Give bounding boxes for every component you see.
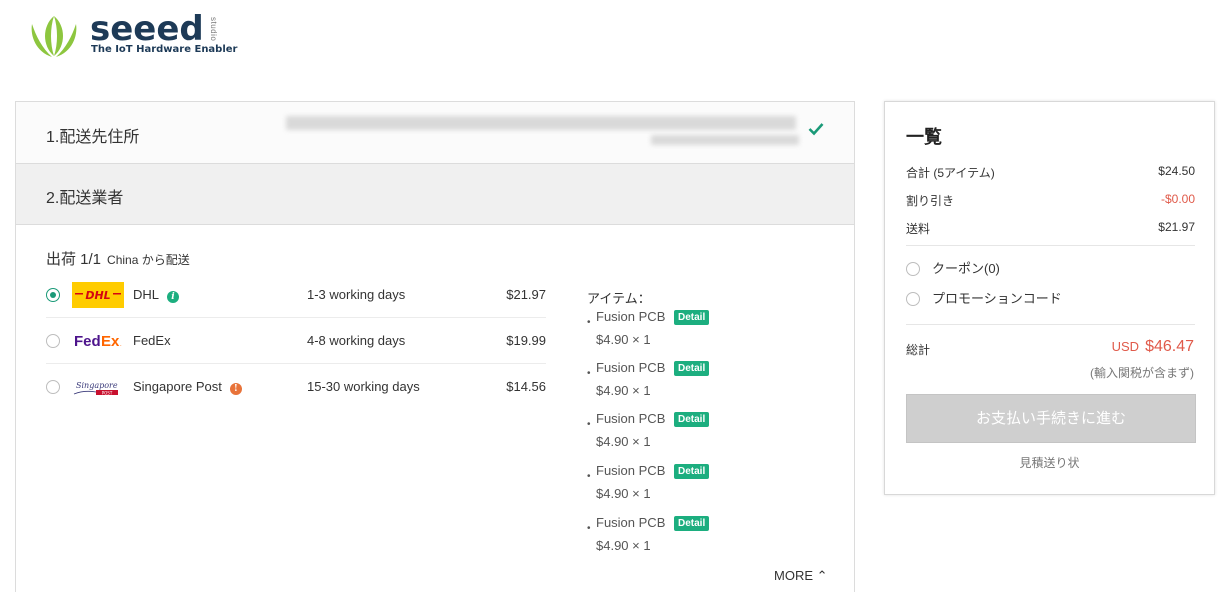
promo-radio[interactable] bbox=[906, 292, 920, 306]
divider bbox=[906, 324, 1195, 325]
carrier-option-dhl[interactable]: DHL DHL i 1-3 working days $21.97 bbox=[46, 272, 546, 318]
promo-code-option[interactable]: プロモーションコード bbox=[906, 288, 1062, 307]
alert-icon[interactable]: ! bbox=[229, 383, 242, 395]
carrier-radio[interactable] bbox=[46, 380, 60, 394]
carrier-days: 15-30 working days bbox=[307, 379, 420, 394]
subtotal-row: 合計 (5アイテム) $24.50 bbox=[906, 164, 1195, 181]
redacted-address bbox=[286, 116, 796, 130]
step-title: 1.配送先住所 bbox=[46, 129, 140, 146]
coupon-label: クーポン(0) bbox=[932, 261, 1000, 276]
svg-text:DHL: DHL bbox=[85, 289, 110, 302]
svg-text:Fed: Fed bbox=[74, 333, 101, 350]
carrier-price: $21.97 bbox=[506, 287, 546, 302]
shipping-value: $21.97 bbox=[1158, 220, 1195, 234]
total-label: 総計 bbox=[906, 343, 931, 357]
discount-value: -$0.00 bbox=[1160, 192, 1195, 206]
redacted-address-line-2 bbox=[651, 135, 799, 145]
checkout-steps-panel: 1.配送先住所 2.配送業者 出荷 1/1 China から配送 DHL DHL i… bbox=[15, 101, 855, 592]
list-item: • Fusion PCB Detail $4.90 × 1 bbox=[587, 309, 847, 359]
check-icon bbox=[808, 123, 824, 136]
checkout-button[interactable]: お支払い手続きに進む bbox=[906, 394, 1196, 443]
quote-link[interactable]: 見積送り状 bbox=[885, 454, 1214, 471]
total-value: USD $46.47 bbox=[1112, 338, 1194, 356]
item-name: Fusion PCB bbox=[596, 463, 666, 478]
item-name: Fusion PCB bbox=[596, 360, 666, 375]
detail-badge[interactable]: Detail bbox=[674, 516, 710, 531]
item-qty: $4.90 × 1 bbox=[596, 538, 651, 553]
fedex-logo-icon: Fed Ex . bbox=[74, 333, 122, 350]
svg-text:Singapore: Singapore bbox=[76, 381, 118, 390]
total-amount: $46.47 bbox=[1145, 338, 1194, 355]
carrier-days: 1-3 working days bbox=[307, 287, 406, 302]
subtotal-label: 合計 (5アイテム) bbox=[906, 166, 995, 180]
item-qty: $4.90 × 1 bbox=[596, 434, 651, 449]
list-item: • Fusion PCB Detail $4.90 × 1 bbox=[587, 515, 847, 565]
item-name: Fusion PCB bbox=[596, 411, 666, 426]
item-name: Fusion PCB bbox=[596, 515, 666, 530]
step-carrier[interactable]: 2.配送業者 bbox=[16, 164, 854, 225]
carrier-option-fedex[interactable]: Fed Ex . FedEx 4-8 working days $19.99 bbox=[46, 318, 546, 364]
carrier-option-singapore-post[interactable]: Singapore POST Singapore Post! 15-30 wor… bbox=[46, 364, 546, 410]
carrier-days: 4-8 working days bbox=[307, 333, 406, 348]
summary-title: 一覧 bbox=[906, 127, 942, 147]
svg-text:Ex: Ex bbox=[101, 333, 120, 350]
order-summary: 一覧 合計 (5アイテム) $24.50 割り引き -$0.00 送料 $21.… bbox=[884, 101, 1215, 495]
step-title: 2.配送業者 bbox=[46, 190, 124, 207]
coupon-option[interactable]: クーポン(0) bbox=[906, 258, 1000, 277]
currency: USD bbox=[1111, 339, 1140, 354]
item-qty: $4.90 × 1 bbox=[596, 486, 651, 501]
list-item: • Fusion PCB Detail $4.90 × 1 bbox=[587, 463, 847, 513]
item-qty: $4.90 × 1 bbox=[596, 383, 651, 398]
shipping-label: 送料 bbox=[906, 222, 931, 236]
brand-name: seeed bbox=[90, 9, 204, 49]
seeed-logo[interactable]: seeed The IoT Hardware Enabler studio bbox=[28, 9, 237, 60]
carrier-name: Singapore Post! bbox=[133, 379, 242, 395]
detail-badge[interactable]: Detail bbox=[674, 361, 710, 376]
divider bbox=[906, 245, 1195, 246]
step-shipping-address[interactable]: 1.配送先住所 bbox=[16, 102, 854, 164]
tax-note: (輸入関税が含まず) bbox=[1090, 366, 1194, 380]
list-item: • Fusion PCB Detail $4.90 × 1 bbox=[587, 360, 847, 410]
item-qty: $4.90 × 1 bbox=[596, 332, 651, 347]
detail-badge[interactable]: Detail bbox=[674, 464, 710, 479]
detail-badge[interactable]: Detail bbox=[674, 310, 710, 325]
detail-badge[interactable]: Detail bbox=[674, 412, 710, 427]
more-toggle[interactable]: MORE ⌃ bbox=[774, 568, 828, 584]
dhl-logo-icon: DHL bbox=[72, 282, 124, 308]
shipping-row: 送料 $21.97 bbox=[906, 220, 1195, 237]
brand-sub: studio bbox=[209, 17, 218, 42]
brand-tagline: The IoT Hardware Enabler bbox=[91, 44, 238, 55]
promo-label: プロモーションコード bbox=[932, 291, 1062, 306]
shipment-number: 出荷 1/1 bbox=[46, 251, 102, 268]
carrier-name: FedEx bbox=[133, 333, 171, 348]
carrier-price: $14.56 bbox=[506, 379, 546, 394]
discount-label: 割り引き bbox=[906, 194, 955, 208]
carrier-name: DHL i bbox=[133, 287, 180, 303]
carrier-radio[interactable] bbox=[46, 334, 60, 348]
item-name: Fusion PCB bbox=[596, 309, 666, 324]
svg-text:POST: POST bbox=[102, 390, 113, 395]
shipment-origin: China から配送 bbox=[107, 253, 190, 267]
info-icon[interactable]: i bbox=[167, 291, 180, 303]
shipment-title: 出荷 1/1 China から配送 bbox=[46, 248, 190, 269]
singapore-post-logo-icon: Singapore POST bbox=[73, 381, 118, 395]
discount-row: 割り引き -$0.00 bbox=[906, 192, 1195, 209]
svg-text:.: . bbox=[120, 342, 122, 348]
subtotal-value: $24.50 bbox=[1158, 164, 1195, 178]
list-item: • Fusion PCB Detail $4.90 × 1 bbox=[587, 411, 847, 461]
leaf-logo-icon bbox=[31, 16, 77, 57]
carrier-price: $19.99 bbox=[506, 333, 546, 348]
carrier-radio[interactable] bbox=[46, 288, 60, 302]
coupon-radio[interactable] bbox=[906, 262, 920, 276]
items-label: アイテム： bbox=[587, 291, 651, 306]
